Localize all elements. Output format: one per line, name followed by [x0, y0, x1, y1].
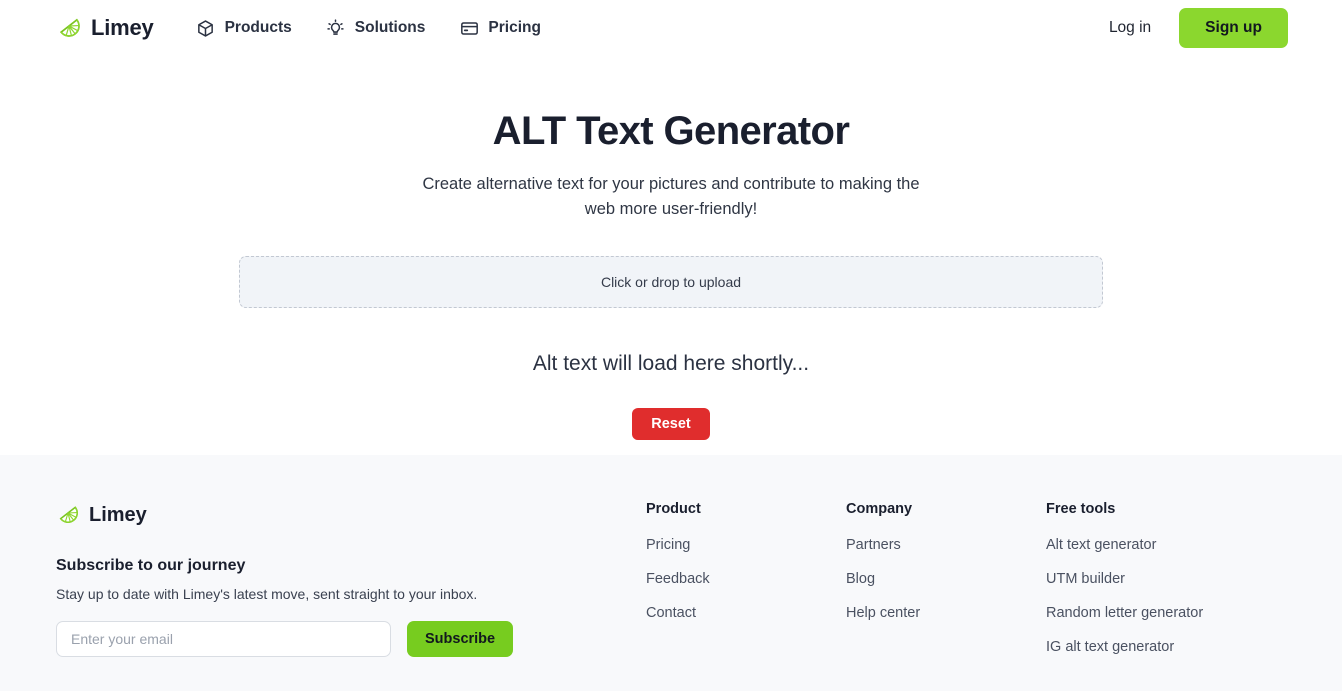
main-navigation: Products Solutions Pricing	[196, 18, 541, 38]
lime-slice-icon	[56, 501, 80, 530]
nav-item-label: Pricing	[488, 19, 541, 36]
lightbulb-icon	[326, 18, 346, 38]
footer-link-alt-text-generator[interactable]: Alt text generator	[1046, 537, 1286, 553]
footer-link-feedback[interactable]: Feedback	[646, 571, 846, 587]
subscribe-button[interactable]: Subscribe	[407, 621, 514, 657]
alt-text-status: Alt text will load here shortly...	[532, 351, 810, 375]
footer-link-contact[interactable]: Contact	[646, 605, 846, 621]
footer-column-heading: Free tools	[1046, 501, 1116, 517]
login-link[interactable]: Log in	[1109, 19, 1151, 37]
brand-name: Limey	[91, 15, 154, 40]
footer-column-company: Company Partners Blog Help center	[846, 501, 1046, 691]
nav-item-label: Products	[224, 19, 292, 36]
subscribe-title: Subscribe to our journey	[56, 557, 246, 574]
subscribe-description: Stay up to date with Limey's latest move…	[56, 586, 478, 602]
footer-link-columns: Product Pricing Feedback Contact Company…	[646, 501, 1286, 691]
upload-dropzone[interactable]: Click or drop to upload	[239, 255, 1103, 308]
signup-button[interactable]: Sign up	[1179, 8, 1288, 48]
cube-icon	[196, 18, 216, 38]
footer-link-utm-builder[interactable]: UTM builder	[1046, 571, 1286, 587]
header-actions: Log in Sign up	[1109, 8, 1288, 48]
page-title: ALT Text Generator	[492, 109, 850, 153]
site-header: Limey Products Solutions Pricing Log in …	[0, 0, 1342, 56]
footer-column-heading: Product	[646, 501, 701, 517]
site-footer: Limey Subscribe to our journey Stay up t…	[0, 455, 1342, 691]
footer-link-help-center[interactable]: Help center	[846, 605, 1046, 621]
reset-button[interactable]: Reset	[632, 407, 710, 440]
footer-column-product: Product Pricing Feedback Contact	[646, 501, 846, 691]
footer-link-ig-alt-text-generator[interactable]: IG alt text generator	[1046, 639, 1286, 655]
page-subtitle: Create alternative text for your picture…	[422, 175, 920, 218]
footer-column-heading: Company	[846, 501, 913, 517]
upload-dropzone-label: Click or drop to upload	[600, 273, 742, 290]
brand-logo-home-link[interactable]: Limey	[56, 13, 154, 44]
footer-link-partners[interactable]: Partners	[846, 537, 1046, 553]
email-input[interactable]	[56, 621, 391, 657]
nav-item-products[interactable]: Products	[196, 18, 292, 38]
main-content: ALT Text Generator Create alternative te…	[0, 56, 1342, 440]
footer-brand-logo[interactable]: Limey	[56, 501, 586, 530]
nav-item-label: Solutions	[354, 19, 426, 36]
footer-link-random-letter-generator[interactable]: Random letter generator	[1046, 605, 1286, 621]
reset-button-wrapper: Reset	[0, 407, 1342, 440]
credit-card-icon	[459, 18, 479, 38]
nav-item-pricing[interactable]: Pricing	[459, 18, 541, 38]
footer-subscribe-section: Limey Subscribe to our journey Stay up t…	[56, 501, 586, 691]
footer-column-free-tools: Free tools Alt text generator UTM builde…	[1046, 501, 1286, 691]
footer-link-pricing[interactable]: Pricing	[646, 537, 846, 553]
nav-item-solutions[interactable]: Solutions	[326, 18, 426, 38]
footer-brand-name: Limey	[89, 504, 147, 526]
footer-link-blog[interactable]: Blog	[846, 571, 1046, 587]
lime-slice-icon	[56, 13, 82, 44]
subscribe-form: Subscribe	[56, 621, 586, 657]
page-root: Limey Products Solutions Pricing Log in …	[0, 0, 1342, 691]
